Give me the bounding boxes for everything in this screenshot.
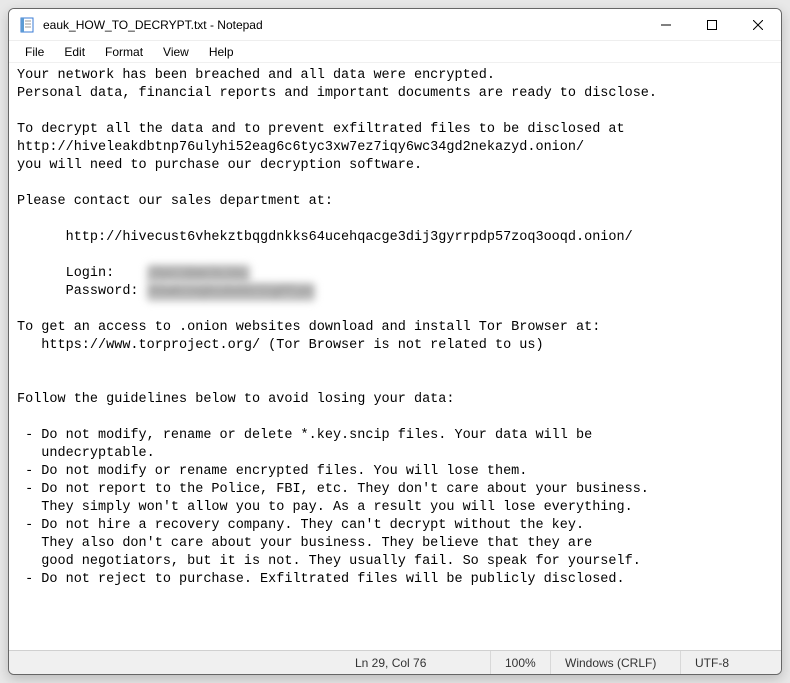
text-line: http://hivecust6vhekztbqgdnkks64ucehqacg… (17, 230, 633, 245)
window-controls (643, 9, 781, 40)
text-line: - Do not hire a recovery company. They c… (17, 518, 584, 533)
text-line: They simply won't allow you to pay. As a… (17, 500, 633, 515)
text-line: Please contact our sales department at: (17, 194, 333, 209)
status-eol: Windows (CRLF) (551, 651, 681, 674)
text-line: Your network has been breached and all d… (17, 68, 495, 83)
login-label: Login: (17, 266, 147, 281)
menu-edit[interactable]: Edit (54, 43, 95, 61)
text-line: To decrypt all the data and to prevent e… (17, 122, 625, 137)
status-zoom: 100% (491, 651, 551, 674)
status-position: Ln 29, Col 76 (341, 651, 491, 674)
titlebar: eauk_HOW_TO_DECRYPT.txt - Notepad (9, 9, 781, 41)
text-line: Personal data, financial reports and imp… (17, 86, 657, 101)
text-line: - Do not modify or rename encrypted file… (17, 464, 527, 479)
menu-file[interactable]: File (15, 43, 54, 61)
menu-help[interactable]: Help (199, 43, 244, 61)
text-line: you will need to purchase our decryption… (17, 158, 422, 173)
text-line: undecryptable. (17, 446, 155, 461)
menu-view[interactable]: View (153, 43, 199, 61)
password-value-redacted: R5wKtkQ8i8U8SlCgPFyw (147, 283, 315, 301)
text-line: http://hiveleakdbtnp76ulyhi52eag6c6tyc3x… (17, 140, 584, 155)
text-area[interactable]: Your network has been breached and all d… (9, 63, 781, 650)
statusbar: Ln 29, Col 76 100% Windows (CRLF) UTF-8 (9, 650, 781, 674)
notepad-icon (19, 17, 35, 33)
text-line: good negotiators, but it is not. They us… (17, 554, 641, 569)
login-value-redacted: YbX73bm7kl5c (147, 265, 250, 283)
text-line: https://www.torproject.org/ (Tor Browser… (17, 338, 544, 353)
text-line: - Do not modify, rename or delete *.key.… (17, 428, 592, 443)
text-line: They also don't care about your business… (17, 536, 592, 551)
menu-format[interactable]: Format (95, 43, 153, 61)
menubar: File Edit Format View Help (9, 41, 781, 63)
maximize-button[interactable] (689, 9, 735, 40)
text-line: Follow the guidelines below to avoid los… (17, 392, 454, 407)
notepad-window: eauk_HOW_TO_DECRYPT.txt - Notepad File E… (8, 8, 782, 675)
status-encoding: UTF-8 (681, 651, 781, 674)
window-title: eauk_HOW_TO_DECRYPT.txt - Notepad (43, 18, 643, 32)
close-button[interactable] (735, 9, 781, 40)
password-label: Password: (17, 284, 147, 299)
text-line: - Do not report to the Police, FBI, etc.… (17, 482, 649, 497)
text-line: - Do not reject to purchase. Exfiltrated… (17, 572, 625, 587)
minimize-button[interactable] (643, 9, 689, 40)
text-line: To get an access to .onion websites down… (17, 320, 600, 335)
